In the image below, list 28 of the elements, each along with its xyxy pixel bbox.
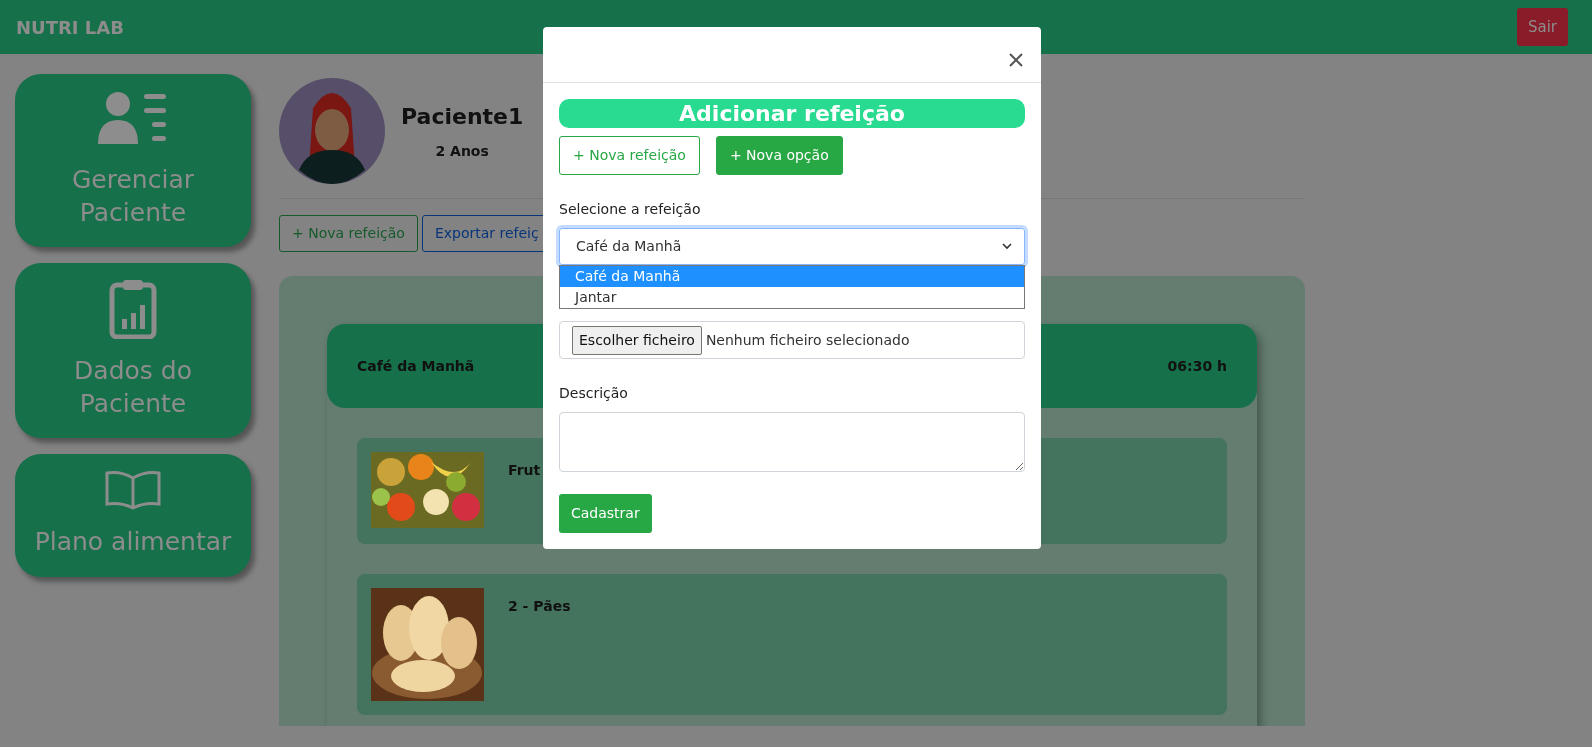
add-button[interactable]: + Nova refeição (559, 136, 700, 175)
brand-logo[interactable]: NUTRI LAB (16, 13, 124, 41)
close-icon (1009, 53, 1023, 67)
submit-button[interactable]: Cadastrar (559, 494, 652, 533)
action-button[interactable]: + Nova refeição (279, 215, 418, 252)
logout-button[interactable]: Sair (1516, 7, 1568, 47)
sidebar-item[interactable]: Gerenciar Paciente (15, 74, 251, 247)
patient-name: Paciente1 (401, 103, 524, 131)
book-icon (105, 470, 161, 510)
description-field[interactable] (559, 412, 1025, 472)
sidebar-item[interactable]: Dados do Paciente (15, 263, 251, 438)
modal-title: Adicionar refeição (559, 99, 1025, 128)
file-input[interactable]: Escolher ficheiro Nenhum ficheiro selecionado (559, 321, 1025, 359)
option-title: 2 - Pães (508, 597, 571, 616)
add-button[interactable]: + Nova opção (715, 136, 843, 175)
sidebar-item[interactable]: Plano alimentar (15, 454, 251, 577)
field-label: Descrição (559, 384, 629, 403)
option-title: Frut (508, 461, 541, 480)
meal-title: Café da Manhã (357, 356, 475, 376)
clipboard-chart-icon (109, 279, 157, 339)
patient-age: 2 Anos (434, 142, 490, 161)
caret-icon (1002, 243, 1012, 250)
field-label: Selecione a refeição (559, 200, 702, 219)
meal-select[interactable]: Café da Manhã (559, 228, 1025, 265)
meal-time: 06:30 h (1167, 356, 1227, 376)
dropdown-option[interactable]: Jantar (560, 287, 1024, 308)
dropdown-option[interactable]: Café da Manhã (560, 266, 1024, 287)
avatar-icon (279, 78, 385, 184)
